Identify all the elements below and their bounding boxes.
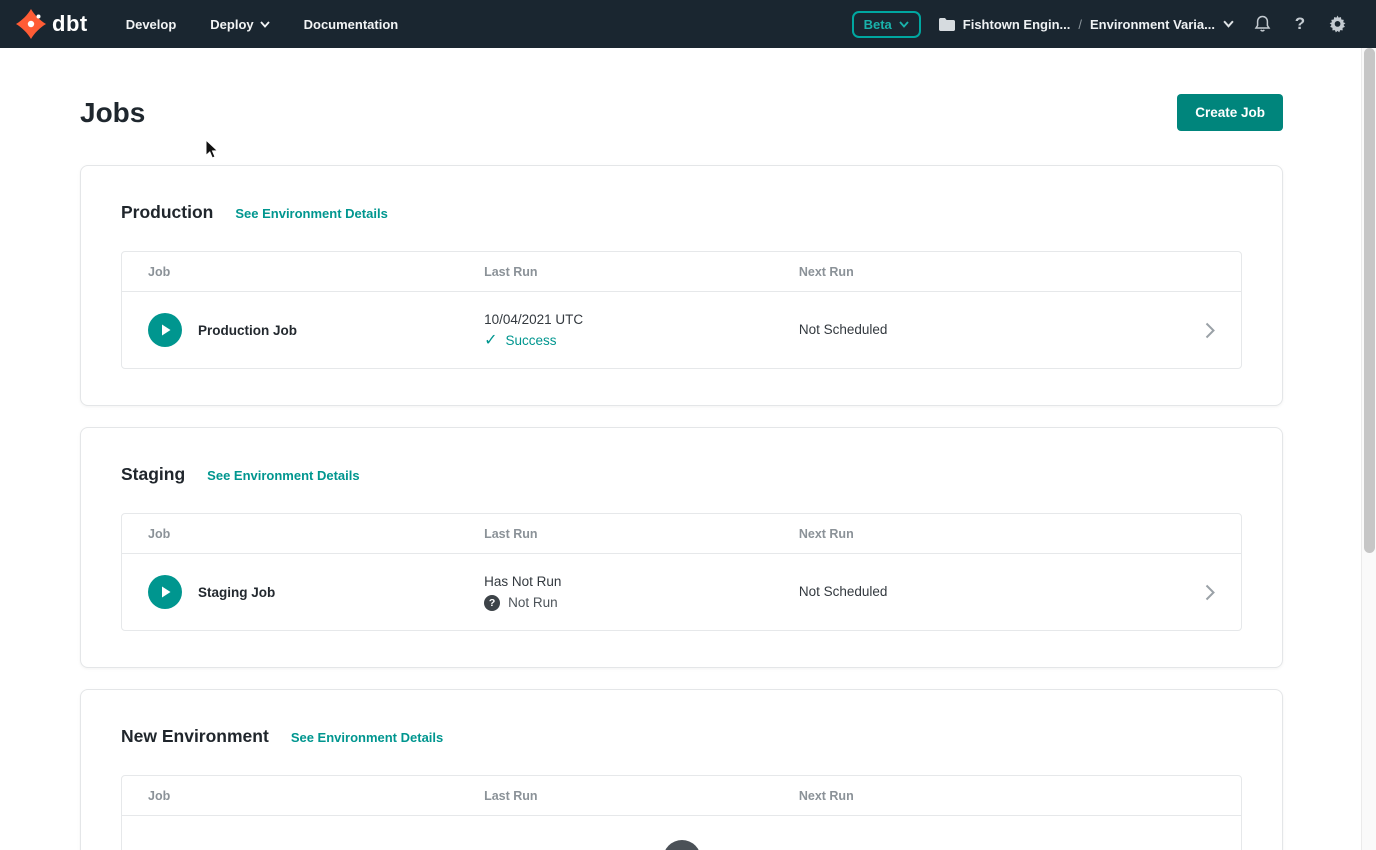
breadcrumb-project: Fishtown Engin...	[963, 17, 1071, 32]
environment-header: New Environment See Environment Details	[121, 726, 1242, 747]
chevron-down-icon	[260, 21, 270, 28]
page-header: Jobs Create Job	[80, 94, 1283, 131]
run-job-button[interactable]	[148, 575, 182, 609]
environment-header: Production See Environment Details	[121, 202, 1242, 223]
table-header-row: Job Last Run Next Run	[122, 776, 1241, 816]
environment-card-staging: Staging See Environment Details Job Last…	[80, 427, 1283, 668]
empty-jobs-state: ?	[122, 816, 1241, 850]
nav-item-label: Deploy	[210, 17, 253, 32]
create-job-button[interactable]: Create Job	[1177, 94, 1283, 131]
see-environment-details-link[interactable]: See Environment Details	[235, 206, 387, 221]
next-run-value: Not Scheduled	[799, 584, 888, 599]
success-check-icon: ✓	[484, 333, 497, 349]
chevron-right-icon[interactable]	[1181, 322, 1215, 339]
environment-name: New Environment	[121, 726, 269, 747]
column-header-job: Job	[148, 789, 484, 803]
chevron-right-icon[interactable]	[1181, 584, 1215, 601]
breadcrumb-separator: /	[1078, 17, 1082, 32]
empty-state-question-icon: ?	[663, 840, 701, 850]
not-run-question-icon: ?	[484, 595, 500, 611]
scrollbar-track[interactable]	[1361, 48, 1376, 850]
environment-name: Production	[121, 202, 213, 223]
job-row-production-job[interactable]: Production Job 10/04/2021 UTC ✓ Success …	[122, 292, 1241, 368]
chevron-down-icon	[899, 21, 909, 28]
beta-badge[interactable]: Beta	[852, 11, 921, 38]
status-label: Success	[506, 333, 557, 348]
column-header-next-run: Next Run	[799, 265, 1181, 279]
next-run-value: Not Scheduled	[799, 322, 888, 337]
bell-icon[interactable]	[1252, 14, 1272, 34]
column-header-next-run: Next Run	[799, 789, 1181, 803]
jobs-page: Jobs Create Job Production See Environme…	[0, 94, 1376, 850]
scrollbar-thumb[interactable]	[1364, 48, 1375, 553]
column-header-last-run: Last Run	[484, 789, 799, 803]
nav-item-label: Documentation	[304, 17, 399, 32]
chevron-down-icon	[1223, 20, 1234, 28]
status-label: Not Run	[508, 595, 558, 610]
environment-card-production: Production See Environment Details Job L…	[80, 165, 1283, 406]
column-header-last-run: Last Run	[484, 265, 799, 279]
help-icon[interactable]: ?	[1290, 14, 1310, 34]
page-title: Jobs	[80, 97, 145, 129]
dbt-logo[interactable]: dbt	[16, 9, 88, 39]
breadcrumb-current: Environment Varia...	[1090, 17, 1215, 32]
table-header-row: Job Last Run Next Run	[122, 514, 1241, 554]
nav-menu: Develop Deploy Documentation	[126, 17, 399, 32]
job-row-staging-job[interactable]: Staging Job Has Not Run ? Not Run Not Sc…	[122, 554, 1241, 630]
table-header-row: Job Last Run Next Run	[122, 252, 1241, 292]
gear-icon[interactable]	[1328, 14, 1348, 34]
navbar-right: Beta Fishtown Engin... / Environment Var…	[852, 11, 1362, 38]
see-environment-details-link[interactable]: See Environment Details	[291, 730, 443, 745]
nav-item-deploy[interactable]: Deploy	[210, 17, 269, 32]
column-header-next-run: Next Run	[799, 527, 1181, 541]
last-run-status: ? Not Run	[484, 595, 799, 611]
breadcrumb[interactable]: Fishtown Engin... / Environment Varia...	[939, 17, 1234, 32]
run-job-button[interactable]	[148, 313, 182, 347]
jobs-table: Job Last Run Next Run ?	[121, 775, 1242, 850]
job-name: Staging Job	[198, 585, 275, 600]
see-environment-details-link[interactable]: See Environment Details	[207, 468, 359, 483]
beta-label: Beta	[864, 17, 892, 32]
top-navbar: dbt Develop Deploy Documentation Beta Fi…	[0, 0, 1376, 48]
last-run-status: ✓ Success	[484, 333, 799, 349]
job-name: Production Job	[198, 323, 297, 338]
jobs-table: Job Last Run Next Run Production Job 10/…	[121, 251, 1242, 369]
brand-name: dbt	[52, 11, 88, 37]
jobs-table: Job Last Run Next Run Staging Job Has No…	[121, 513, 1242, 631]
column-header-job: Job	[148, 527, 484, 541]
dbt-logo-icon	[16, 9, 46, 39]
column-header-last-run: Last Run	[484, 527, 799, 541]
nav-item-label: Develop	[126, 17, 177, 32]
environment-card-new-environment: New Environment See Environment Details …	[80, 689, 1283, 850]
column-header-job: Job	[148, 265, 484, 279]
last-run-date: Has Not Run	[484, 574, 799, 589]
nav-item-documentation[interactable]: Documentation	[304, 17, 399, 32]
last-run-date: 10/04/2021 UTC	[484, 312, 799, 327]
folder-icon	[939, 18, 955, 31]
environment-name: Staging	[121, 464, 185, 485]
nav-item-develop[interactable]: Develop	[126, 17, 177, 32]
environment-header: Staging See Environment Details	[121, 464, 1242, 485]
